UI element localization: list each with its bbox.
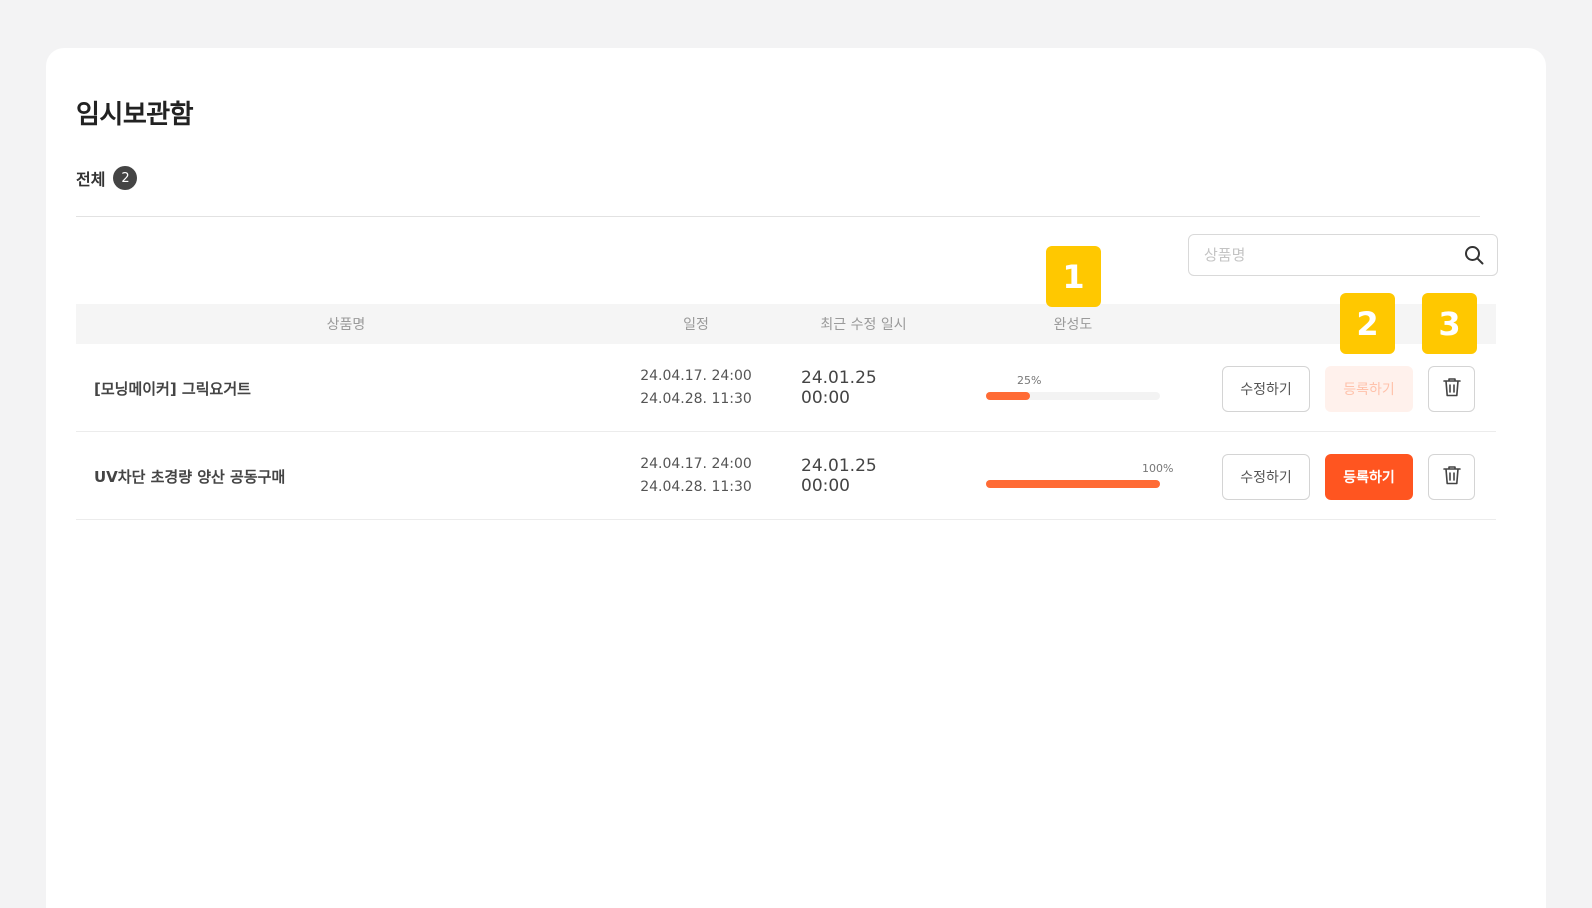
- header-schedule: 일정: [683, 317, 709, 333]
- register-button[interactable]: 등록하기: [1325, 366, 1413, 412]
- edit-button[interactable]: 수정하기: [1222, 366, 1310, 412]
- trash-icon: [1442, 376, 1462, 402]
- completion-progress: 25%: [986, 344, 1186, 432]
- trash-icon: [1442, 464, 1462, 490]
- schedule: 24.04.17. 24:00 24.04.28. 11:30: [636, 432, 756, 520]
- schedule: 24.04.17. 24:00 24.04.28. 11:30: [636, 344, 756, 432]
- header-modified: 최근 수정 일시: [820, 317, 907, 333]
- search-icon[interactable]: [1463, 244, 1485, 266]
- product-name: UV차단 초경량 양산 공동구매: [94, 467, 286, 486]
- schedule-start: 24.04.17. 24:00: [640, 368, 752, 384]
- annotation-marker-1: 1: [1046, 246, 1101, 307]
- divider: [76, 216, 1480, 217]
- table-row: UV차단 초경량 양산 공동구매 24.04.17. 24:00 24.04.2…: [76, 432, 1496, 520]
- count-badge: 2: [113, 166, 138, 190]
- delete-button[interactable]: [1428, 366, 1475, 412]
- schedule-start: 24.04.17. 24:00: [640, 456, 752, 472]
- delete-button[interactable]: [1428, 454, 1475, 500]
- register-button[interactable]: 등록하기: [1325, 454, 1413, 500]
- modified-date: 24.01.25 00:00: [801, 456, 877, 496]
- search-box[interactable]: [1188, 234, 1498, 276]
- progress-track: [986, 392, 1160, 400]
- table-row: [모닝메이커] 그릭요거트 24.04.17. 24:00 24.04.28. …: [76, 344, 1496, 432]
- content-panel: 임시보관함 전체 2 상품명 일정 최근 수정 일시 완성도 [모닝메이커] 그…: [46, 48, 1546, 908]
- progress-track: [986, 480, 1160, 488]
- table-header: 상품명 일정 최근 수정 일시 완성도: [76, 304, 1496, 344]
- schedule-end: 24.04.28. 11:30: [640, 479, 752, 495]
- annotation-marker-2: 2: [1340, 293, 1395, 354]
- search-input[interactable]: [1204, 246, 1463, 264]
- annotation-marker-3: 3: [1422, 293, 1477, 354]
- modified-date: 24.01.25 00:00: [801, 368, 877, 408]
- header-product-name: 상품명: [326, 317, 366, 333]
- edit-button[interactable]: 수정하기: [1222, 454, 1310, 500]
- header-completion: 완성도: [1053, 317, 1093, 333]
- page-title: 임시보관함: [76, 100, 194, 130]
- completion-percent: 25%: [1017, 374, 1042, 387]
- filter-label: 전체: [76, 170, 106, 189]
- progress-fill: [986, 480, 1160, 488]
- completion-percent: 100%: [1142, 462, 1174, 475]
- product-name: [모닝메이커] 그릭요거트: [94, 379, 251, 398]
- filter-tab-all[interactable]: 전체 2: [76, 166, 138, 190]
- progress-fill: [986, 392, 1030, 400]
- completion-progress: 100%: [986, 432, 1186, 520]
- schedule-end: 24.04.28. 11:30: [640, 391, 752, 407]
